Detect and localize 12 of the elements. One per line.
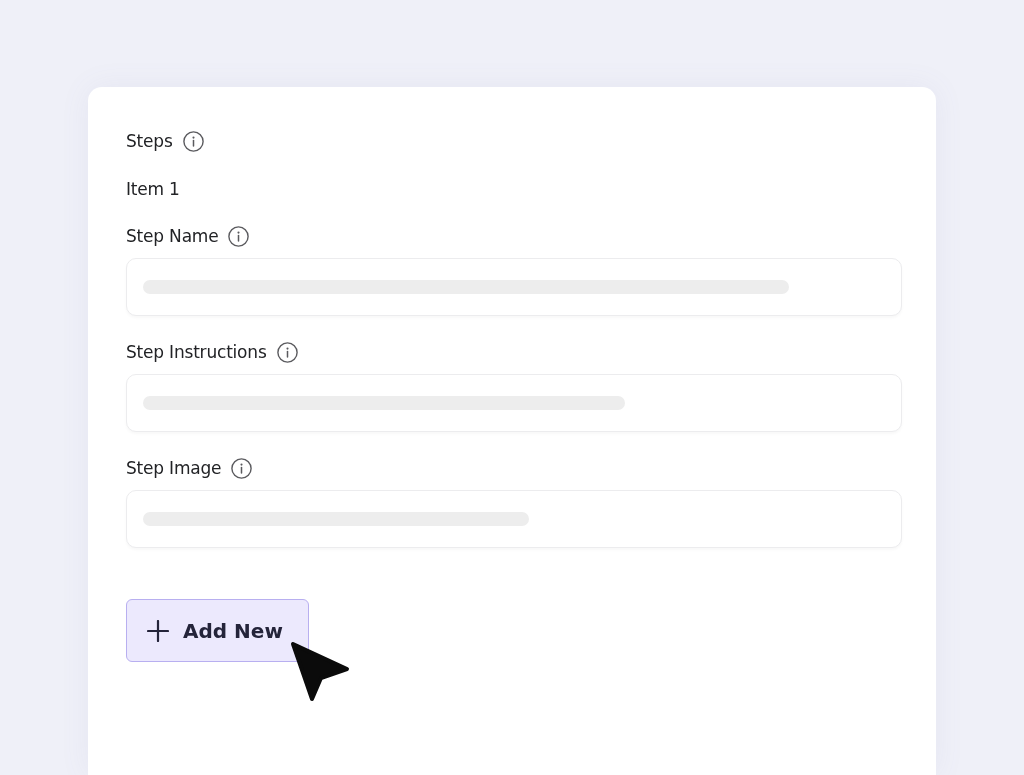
info-icon[interactable] (231, 457, 253, 479)
field-label: Step Image (126, 457, 222, 480)
section-title: Steps (126, 130, 173, 153)
info-icon[interactable] (276, 341, 298, 363)
field-label: Step Name (126, 225, 219, 248)
plus-icon (147, 619, 169, 642)
info-icon[interactable] (228, 225, 250, 247)
field-label: Step Instructions (126, 341, 267, 364)
add-new-button[interactable]: Add New (126, 599, 309, 662)
cursor-icon (290, 641, 350, 702)
info-icon[interactable] (182, 130, 204, 152)
item-title: Item 1 (126, 178, 180, 201)
